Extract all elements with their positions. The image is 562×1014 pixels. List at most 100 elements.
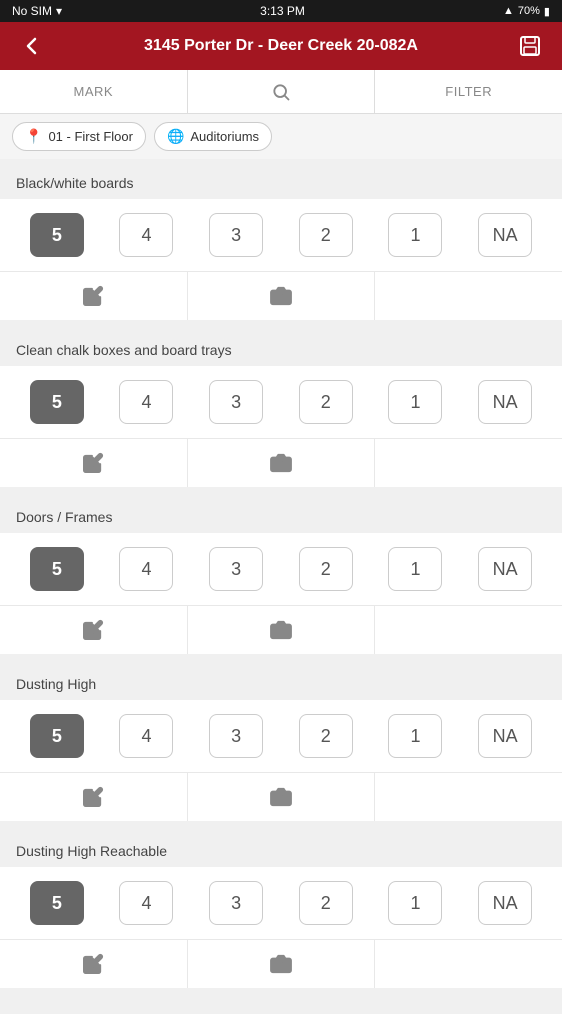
save-icon — [518, 34, 542, 58]
section-card-1: 54321 NA — [0, 366, 562, 487]
globe-icon: 🌐 — [167, 128, 184, 145]
camera-button-0[interactable] — [188, 272, 376, 320]
status-carrier: No SIM ▾ — [12, 4, 62, 18]
camera-icon — [270, 285, 292, 307]
edit-icon — [82, 285, 104, 307]
section-0: Black/white boards 54321 NA — [0, 169, 562, 320]
section-title-3: Dusting High — [0, 670, 562, 700]
action-row-0 — [0, 272, 562, 320]
filter-pills-bar: 📍 01 - First Floor 🌐 Auditoriums — [0, 114, 562, 159]
rating-btn-5-section-2[interactable]: 5 — [30, 547, 84, 591]
status-bar: No SIM ▾ 3:13 PM ▲ 70% ▮ — [0, 0, 562, 22]
action-row-3 — [0, 773, 562, 821]
mark-tab[interactable]: MARK — [0, 70, 188, 113]
content-area: Black/white boards54321NA Clean chalk bo… — [0, 159, 562, 1014]
status-indicators: ▲ 70% ▮ — [503, 5, 550, 18]
floor-filter-pill[interactable]: 📍 01 - First Floor — [12, 122, 146, 151]
edit-icon — [82, 619, 104, 641]
section-2: Doors / Frames 54321 NA — [0, 503, 562, 654]
section-title-0: Black/white boards — [0, 169, 562, 199]
room-filter-pill[interactable]: 🌐 Auditoriums — [154, 122, 272, 151]
rating-btn-2-section-4[interactable]: 2 — [299, 881, 353, 925]
edit-icon — [82, 953, 104, 975]
rating-btn-1-section-3[interactable]: 1 — [388, 714, 442, 758]
extra-action-button-2[interactable] — [375, 606, 562, 654]
rating-btn-4-section-0[interactable]: 4 — [119, 213, 173, 257]
rating-btn-2-section-0[interactable]: 2 — [299, 213, 353, 257]
rating-btn-5-section-4[interactable]: 5 — [30, 881, 84, 925]
section-card-4: 54321 NA — [0, 867, 562, 988]
camera-icon — [270, 452, 292, 474]
rating-btn-5-section-1[interactable]: 5 — [30, 380, 84, 424]
rating-btn-1-section-1[interactable]: 1 — [388, 380, 442, 424]
rating-btn-NA-section-0[interactable]: NA — [478, 213, 532, 257]
section-3: Dusting High 54321 NA — [0, 670, 562, 821]
rating-btn-3-section-3[interactable]: 3 — [209, 714, 263, 758]
camera-button-4[interactable] — [188, 940, 376, 988]
section-title-4: Dusting High Reachable — [0, 837, 562, 867]
room-filter-label: Auditoriums — [190, 129, 259, 144]
section-4: Dusting High Reachable 54321 NA — [0, 837, 562, 988]
back-icon — [21, 35, 43, 57]
camera-icon — [270, 619, 292, 641]
rating-btn-NA-section-2[interactable]: NA — [478, 547, 532, 591]
edit-button-3[interactable] — [0, 773, 188, 821]
back-button[interactable] — [14, 28, 50, 64]
page-title: 3145 Porter Dr - Deer Creek 20-082A — [50, 37, 512, 55]
rating-btn-3-section-4[interactable]: 3 — [209, 881, 263, 925]
search-icon — [271, 82, 291, 102]
rating-btn-NA-section-4[interactable]: NA — [478, 881, 532, 925]
camera-icon — [270, 953, 292, 975]
section-title-2: Doors / Frames — [0, 503, 562, 533]
rating-btn-2-section-1[interactable]: 2 — [299, 380, 353, 424]
toolbar: MARK FILTER — [0, 70, 562, 114]
rating-btn-3-section-0[interactable]: 3 — [209, 213, 263, 257]
rating-btn-4-section-1[interactable]: 4 — [119, 380, 173, 424]
section-card-0: 54321 NA — [0, 199, 562, 320]
rating-btn-4-section-4[interactable]: 4 — [119, 881, 173, 925]
rating-btn-1-section-0[interactable]: 1 — [388, 213, 442, 257]
rating-btn-5-section-3[interactable]: 5 — [30, 714, 84, 758]
camera-button-2[interactable] — [188, 606, 376, 654]
rating-btn-5-section-0[interactable]: 5 — [30, 213, 84, 257]
floor-filter-label: 01 - First Floor — [48, 129, 133, 144]
rating-btn-4-section-3[interactable]: 4 — [119, 714, 173, 758]
edit-button-2[interactable] — [0, 606, 188, 654]
rating-btn-1-section-4[interactable]: 1 — [388, 881, 442, 925]
extra-action-button-3[interactable] — [375, 773, 562, 821]
camera-icon — [270, 786, 292, 808]
extra-action-button-4[interactable] — [375, 940, 562, 988]
rating-row-4: 54321 NA — [0, 867, 562, 940]
action-row-4 — [0, 940, 562, 988]
rating-btn-1-section-2[interactable]: 1 — [388, 547, 442, 591]
edit-button-0[interactable] — [0, 272, 188, 320]
camera-button-3[interactable] — [188, 773, 376, 821]
extra-action-button-0[interactable] — [375, 272, 562, 320]
rating-row-2: 54321 NA — [0, 533, 562, 606]
rating-btn-2-section-3[interactable]: 2 — [299, 714, 353, 758]
section-card-3: 54321 NA — [0, 700, 562, 821]
action-row-2 — [0, 606, 562, 654]
edit-icon — [82, 452, 104, 474]
rating-btn-NA-section-3[interactable]: NA — [478, 714, 532, 758]
rating-btn-3-section-1[interactable]: 3 — [209, 380, 263, 424]
rating-btn-NA-section-1[interactable]: NA — [478, 380, 532, 424]
section-1: Clean chalk boxes and board trays54321NA — [0, 336, 562, 487]
edit-button-4[interactable] — [0, 940, 188, 988]
section-card-2: 54321 NA — [0, 533, 562, 654]
extra-action-button-1[interactable] — [375, 439, 562, 487]
header: 3145 Porter Dr - Deer Creek 20-082A — [0, 22, 562, 70]
search-tab[interactable] — [188, 70, 376, 113]
action-row-1 — [0, 439, 562, 487]
rating-row-0: 54321 NA — [0, 199, 562, 272]
status-time: 3:13 PM — [260, 4, 305, 18]
rating-btn-2-section-2[interactable]: 2 — [299, 547, 353, 591]
rating-btn-4-section-2[interactable]: 4 — [119, 547, 173, 591]
location-icon: 📍 — [25, 128, 42, 145]
edit-button-1[interactable] — [0, 439, 188, 487]
filter-tab[interactable]: FILTER — [375, 70, 562, 113]
rating-btn-3-section-2[interactable]: 3 — [209, 547, 263, 591]
camera-button-1[interactable] — [188, 439, 376, 487]
rating-row-3: 54321 NA — [0, 700, 562, 773]
save-button[interactable] — [512, 28, 548, 64]
